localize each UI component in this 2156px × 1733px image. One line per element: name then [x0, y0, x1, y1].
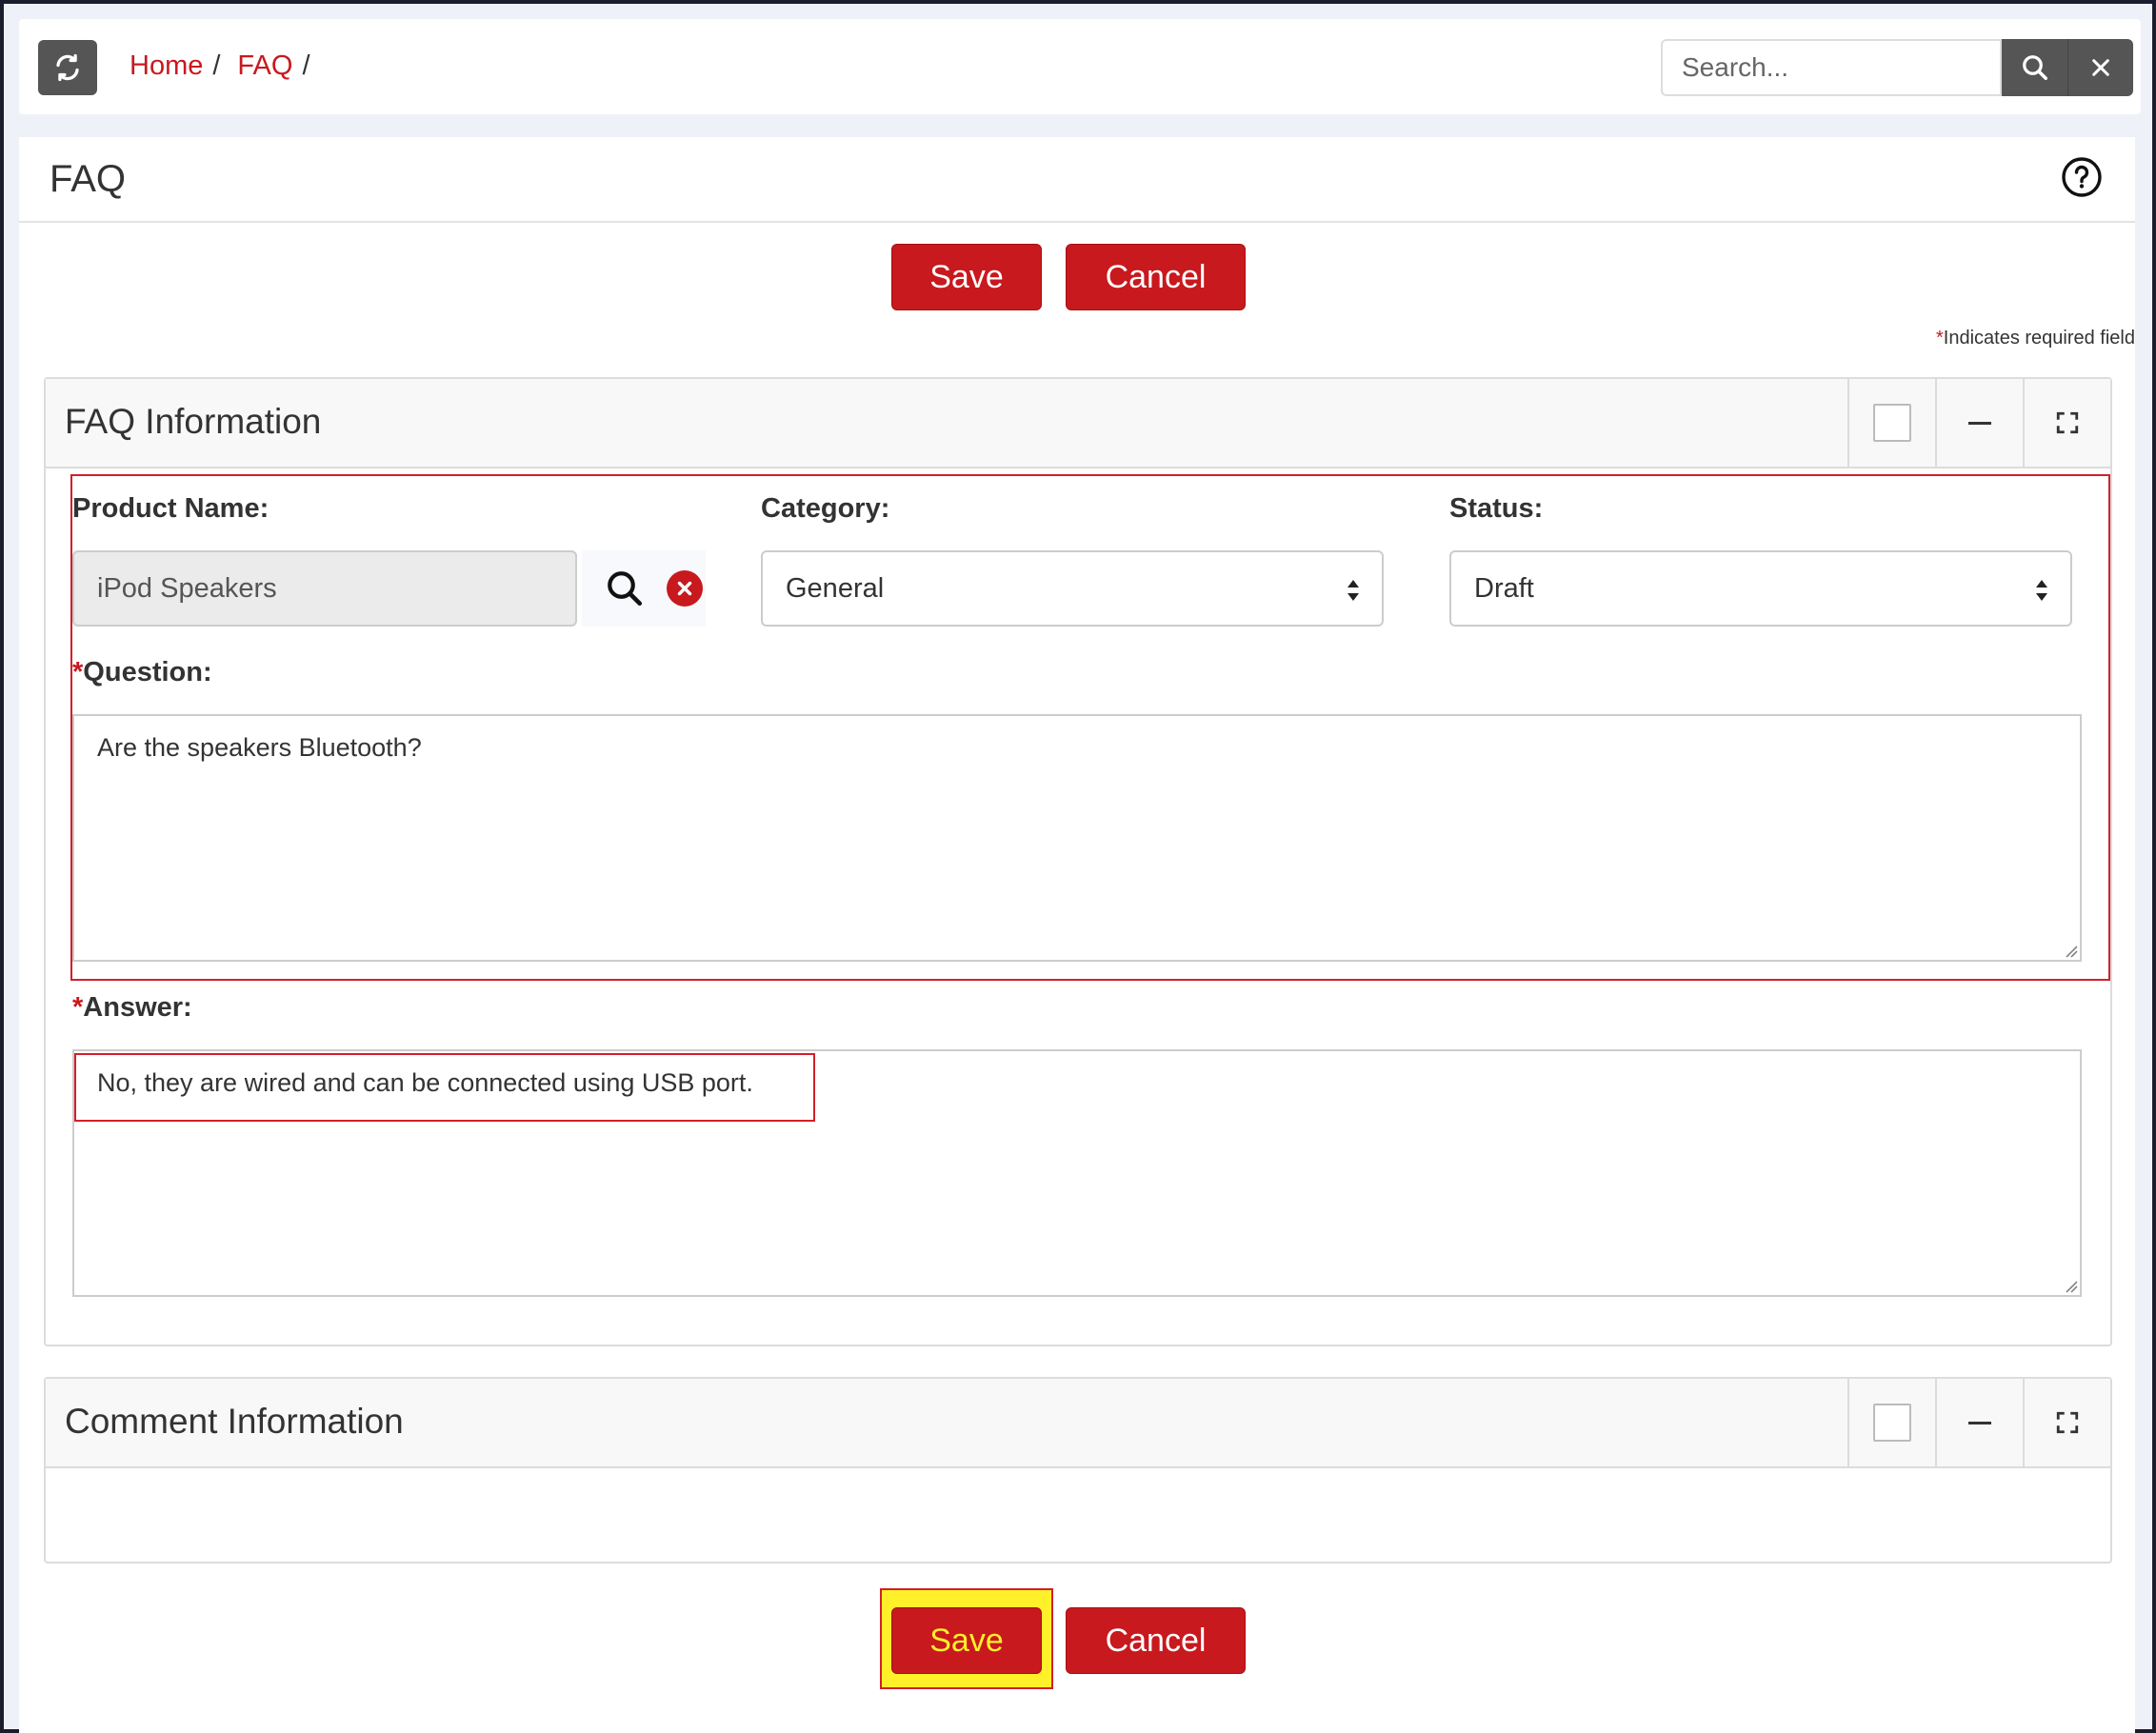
search-icon [2022, 55, 2047, 80]
expand-button[interactable] [2023, 1379, 2110, 1466]
cancel-button-top[interactable]: Cancel [1066, 244, 1246, 310]
required-star: * [1935, 328, 1944, 349]
faq-panel-header: FAQ Information [46, 379, 2110, 468]
required-field-note: *Indicates required field [1936, 328, 2135, 349]
comment-panel-title: Comment Information [65, 1402, 404, 1441]
panel-tools [1847, 379, 2110, 467]
faq-information-panel: FAQ Information Product Name: iPod Speak… [44, 377, 2112, 1346]
breadcrumb-faq[interactable]: FAQ [237, 50, 292, 82]
breadcrumb-separator: / [212, 50, 221, 81]
answer-label: *Answer: [72, 992, 192, 1024]
search-button[interactable] [2002, 39, 2067, 96]
close-icon [2092, 59, 2109, 76]
refresh-button[interactable] [38, 40, 97, 95]
expand-button[interactable] [2023, 379, 2110, 467]
expand-icon [2056, 411, 2079, 434]
app-frame: Home / FAQ / FAQ [0, 0, 2156, 1733]
page-header: FAQ [19, 137, 2135, 223]
search-box [1661, 39, 2133, 96]
breadcrumb-separator: / [302, 50, 310, 81]
resize-grip-icon[interactable] [2065, 1280, 2078, 1293]
main-panel: FAQ Save Cancel *Indicates required fiel… [19, 137, 2135, 1733]
expand-icon [2056, 1411, 2079, 1434]
panel-select-toggle[interactable] [1847, 379, 1935, 467]
save-button-top[interactable]: Save [891, 244, 1042, 310]
panel-tools [1847, 1379, 2110, 1466]
minus-icon [1968, 1421, 1991, 1424]
annotation-box-fields [70, 474, 2110, 981]
clear-search-button[interactable] [2067, 39, 2133, 96]
comment-information-panel: Comment Information [44, 1377, 2112, 1564]
required-star: * [72, 992, 84, 1023]
top-bar: Home / FAQ / [19, 19, 2141, 114]
cancel-button-bottom[interactable]: Cancel [1066, 1607, 1246, 1674]
breadcrumb-home[interactable]: Home [130, 50, 203, 82]
checkbox[interactable] [1873, 1404, 1911, 1442]
comment-panel-header: Comment Information [46, 1379, 2110, 1468]
checkbox[interactable] [1873, 404, 1911, 442]
required-note-text: Indicates required field [1943, 328, 2135, 349]
page-title: FAQ [50, 158, 127, 200]
minus-icon [1968, 421, 1991, 425]
save-button-bottom[interactable]: Save [891, 1607, 1042, 1674]
breadcrumb: Home / FAQ / [130, 50, 318, 82]
collapse-button[interactable] [1935, 1379, 2023, 1466]
refresh-icon [56, 53, 79, 82]
annotation-box-answer [74, 1053, 815, 1122]
panel-select-toggle[interactable] [1847, 1379, 1935, 1466]
answer-label-text: Answer: [83, 992, 192, 1023]
question-circle-icon[interactable] [2061, 156, 2103, 198]
collapse-button[interactable] [1935, 379, 2023, 467]
search-input[interactable] [1661, 39, 2002, 96]
faq-panel-title: FAQ Information [65, 402, 322, 441]
